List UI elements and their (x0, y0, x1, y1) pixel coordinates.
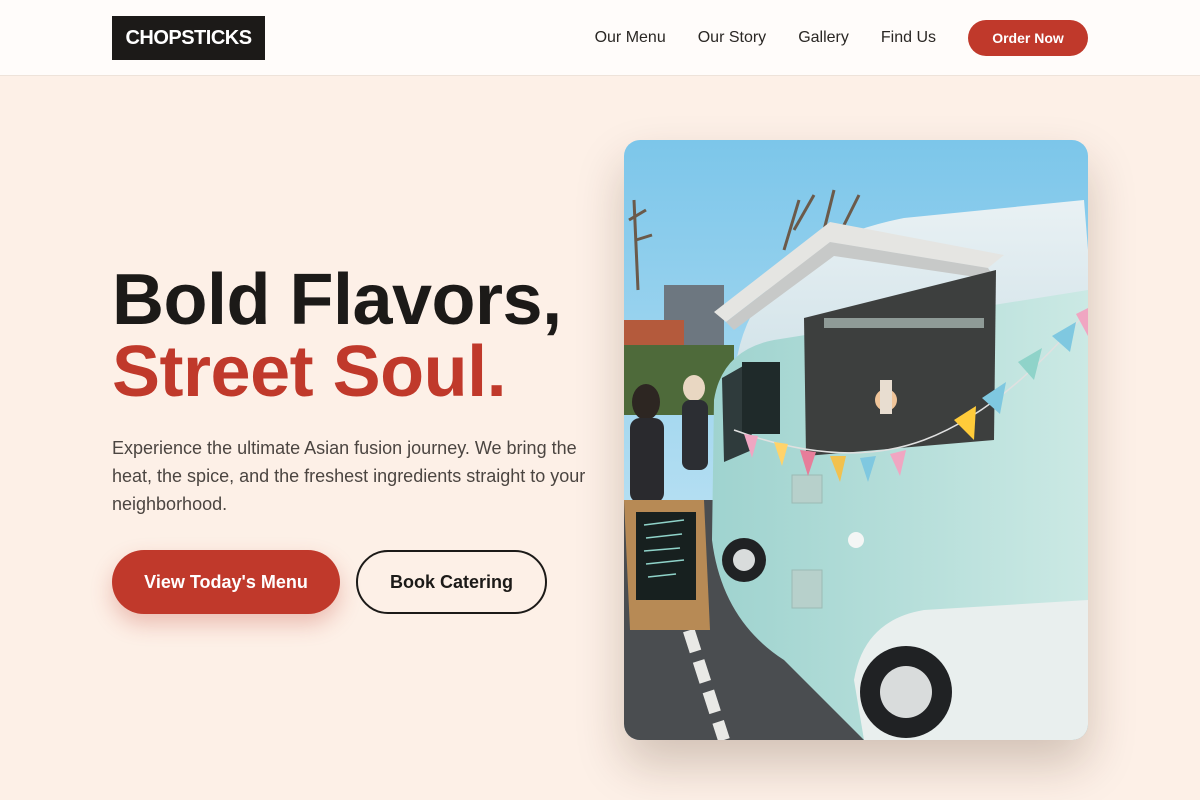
hero-title-line-2: Street Soul. (112, 332, 507, 412)
book-catering-button[interactable]: Book Catering (356, 550, 547, 614)
nav-link-find-us[interactable]: Find Us (881, 29, 936, 47)
nav-link-our-menu[interactable]: Our Menu (595, 29, 666, 47)
hero-title-line-1: Bold Flavors, (112, 260, 562, 340)
hero-title: Bold Flavors, Street Soul. (112, 264, 632, 408)
order-now-button[interactable]: Order Now (968, 20, 1088, 56)
food-truck-image (624, 140, 1088, 740)
nav-link-our-story[interactable]: Our Story (698, 29, 766, 47)
view-menu-button[interactable]: View Today's Menu (112, 550, 340, 614)
site-header: CHOPSTICKS Our Menu Our Story Gallery Fi… (0, 0, 1200, 76)
hero-subtitle: Experience the ultimate Asian fusion jou… (112, 438, 586, 514)
nav-link-gallery[interactable]: Gallery (798, 29, 849, 47)
brand-logo[interactable]: CHOPSTICKS (112, 16, 265, 60)
main-nav: Our Menu Our Story Gallery Find Us Order… (595, 0, 1088, 76)
